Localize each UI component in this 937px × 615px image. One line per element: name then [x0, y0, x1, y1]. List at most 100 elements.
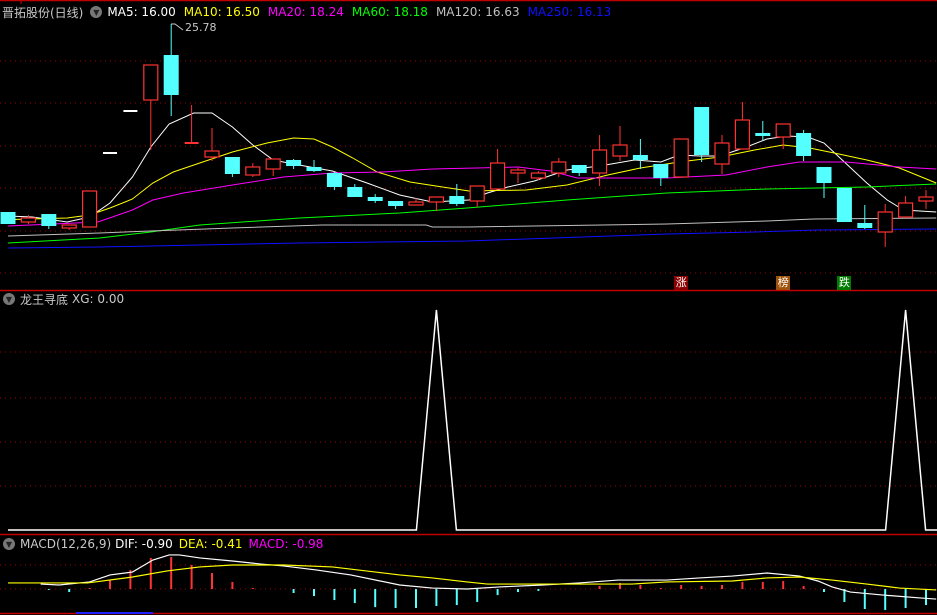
candle [836, 188, 852, 222]
candle-body [408, 201, 424, 206]
candle [184, 105, 199, 144]
candle [41, 214, 57, 229]
candle-body [265, 158, 281, 170]
ma-label: MA250: 16.13 [527, 5, 612, 19]
candle-body [224, 157, 240, 174]
xg-value: XG: 0.00 [72, 292, 125, 306]
candle-body [20, 217, 36, 223]
candle-body [796, 133, 812, 156]
stock-name: 晋拓股份(日线) [2, 5, 84, 20]
candle-body [449, 196, 465, 204]
candle [428, 196, 444, 211]
candle [857, 205, 873, 229]
chevron-down-icon[interactable]: ▼ [90, 6, 103, 18]
candle [816, 167, 832, 198]
candle [469, 185, 485, 207]
candle-body [143, 64, 159, 101]
candle-body [918, 196, 934, 202]
candle [653, 164, 669, 186]
candle [163, 24, 179, 116]
ma-label: MA10: 16.50 [183, 5, 260, 19]
candle-body [306, 167, 322, 171]
candle [490, 149, 506, 190]
indicator-title: 龙王寻底 [20, 292, 69, 307]
candle-body [326, 173, 342, 187]
macd-panel[interactable] [8, 554, 937, 610]
signal-badge[interactable]: 榜 [776, 276, 791, 290]
chevron-down-icon[interactable]: ▼ [3, 293, 15, 305]
candle-body [755, 133, 771, 136]
candle-body [551, 161, 567, 174]
candle [245, 163, 261, 177]
candle-body [857, 223, 873, 228]
macd-value: MACD: -0.98 [248, 537, 324, 551]
dea-line [8, 564, 937, 591]
candle-body [41, 214, 57, 226]
macd-title: MACD(12,26,9) [20, 537, 112, 551]
candle [796, 130, 812, 161]
stock-chart-canvas[interactable] [0, 0, 937, 615]
candle-body [245, 166, 261, 176]
candle-body [714, 142, 730, 165]
candle-body [286, 160, 302, 166]
candle [897, 196, 914, 218]
candle [612, 126, 628, 161]
candle [571, 165, 587, 176]
candle-body [469, 185, 485, 202]
max-price-pointer [171, 23, 184, 31]
candle [81, 190, 98, 228]
candle [326, 172, 342, 190]
ma-label: MA5: 16.00 [107, 5, 176, 19]
kline-panel[interactable] [0, 23, 937, 249]
candle [714, 135, 730, 174]
candle-body [694, 107, 710, 155]
candle-body [530, 172, 547, 179]
candle-body [897, 202, 914, 218]
candle [347, 184, 363, 197]
candle-body [163, 55, 179, 95]
indicator-header: ▼ 龙王寻底 XG: 0.00 [2, 291, 130, 307]
candle-body [734, 119, 751, 150]
ma-line-ma120 [7, 217, 937, 237]
candle [632, 139, 648, 169]
candle-body [490, 162, 506, 190]
ma-label: MA60: 18.18 [351, 5, 428, 19]
candle-body [816, 167, 832, 183]
candle-body [591, 149, 608, 174]
max-price-label: 25.78 [185, 21, 217, 34]
candle-body [388, 201, 404, 206]
grid-lines [0, 0, 937, 615]
candle-body [510, 169, 526, 174]
candle-body [428, 196, 444, 203]
candle-body [632, 155, 648, 160]
candle-body [571, 165, 587, 173]
candle-body [877, 211, 893, 233]
ma-line-ma5 [7, 112, 937, 223]
candle-body [81, 190, 98, 228]
signal-badge[interactable]: 跌 [837, 276, 852, 290]
signal-badge[interactable]: 涨 [674, 276, 689, 290]
chevron-down-icon[interactable]: ▼ [3, 538, 15, 550]
candle [673, 138, 689, 178]
candle [286, 159, 302, 169]
candle-body [61, 224, 77, 229]
candle [755, 121, 771, 140]
candle [510, 168, 526, 183]
longwang-indicator-panel[interactable] [8, 309, 937, 531]
candle [449, 184, 465, 206]
kline-header: 晋拓股份(日线) ▼ MA5: 16.00 MA10: 16.50 MA20: 18… [2, 4, 619, 20]
candle [530, 171, 547, 180]
xg-signal-line [8, 309, 937, 531]
ma-label: MA120: 16.63 [435, 5, 520, 19]
candle-body [775, 123, 791, 138]
candle-body [653, 164, 669, 178]
candle [143, 64, 159, 150]
candle [224, 157, 240, 177]
candle-body [673, 138, 689, 178]
dif-value: DIF: -0.90 [115, 537, 173, 551]
candle-body [204, 150, 220, 158]
ma-line-ma250 [7, 228, 937, 249]
candle-body [347, 187, 363, 197]
candle [0, 212, 16, 224]
dea-value: DEA: -0.41 [178, 537, 243, 551]
